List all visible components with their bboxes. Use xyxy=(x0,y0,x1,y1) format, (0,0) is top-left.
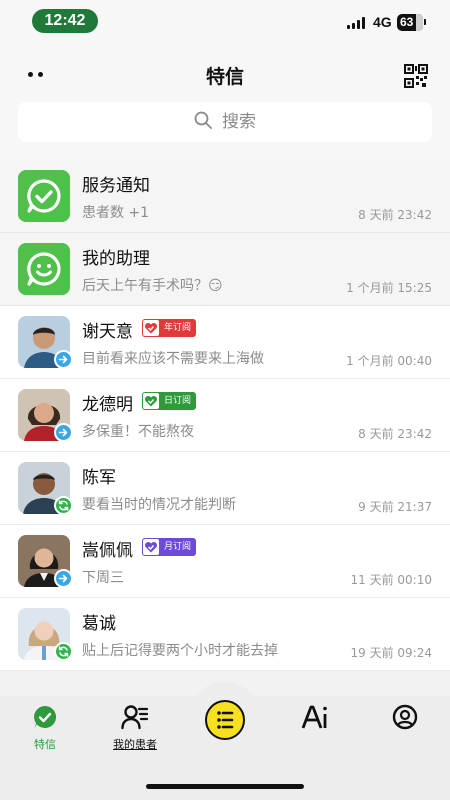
arrow-icon xyxy=(54,350,73,369)
signal-icon xyxy=(347,17,367,29)
chat-time: 8 天前 23:42 xyxy=(358,427,432,441)
chat-time: 19 天前 09:24 xyxy=(350,646,432,660)
chat-name: 葛诚 xyxy=(82,614,116,634)
nav-item-messages[interactable]: 特信 xyxy=(0,704,90,752)
patients-icon xyxy=(121,705,149,730)
search-input[interactable]: 搜索 xyxy=(18,102,432,142)
page-title: 特信 xyxy=(205,66,244,88)
chat-time: 1 个月前 15:25 xyxy=(346,281,432,295)
chat-name: 陈军 xyxy=(82,468,116,488)
nav-label: 特信 xyxy=(34,738,56,751)
search-icon xyxy=(194,111,212,129)
subscription-tag: 月订阅 xyxy=(142,538,197,556)
heart-check-icon xyxy=(143,539,159,555)
nav-item-profile[interactable] xyxy=(360,704,450,734)
ai-icon xyxy=(301,705,327,729)
chat-list: 服务通知 患者数 +1 8 天前 23:42 我的助理 后天上午有手术吗？😏 1… xyxy=(0,160,450,696)
chat-time: 8 天前 23:42 xyxy=(358,208,432,222)
arrow-icon xyxy=(54,423,73,442)
chat-preview: 后天上午有手术吗？😏 xyxy=(82,278,223,294)
home-indicator xyxy=(146,784,304,789)
search-placeholder: 搜索 xyxy=(222,112,256,132)
smile-icon xyxy=(18,243,70,295)
chat-item-service-notice[interactable]: 服务通知 患者数 +1 8 天前 23:42 xyxy=(0,160,450,233)
chat-time: 9 天前 21:37 xyxy=(358,500,432,514)
bottom-nav: 特信 我的患者 xyxy=(0,682,450,800)
chat-preview: 患者数 +1 xyxy=(82,205,150,221)
chat-time: 1 个月前 00:40 xyxy=(346,354,432,368)
status-time: 12:42 xyxy=(32,9,98,33)
menu-list-icon[interactable] xyxy=(205,700,245,740)
chat-name: 服务通知 xyxy=(82,176,150,196)
chat-name: 谢天意 xyxy=(82,322,133,342)
sync-icon xyxy=(54,642,73,661)
subscription-tag: 日订阅 xyxy=(142,392,197,410)
tag-label: 日订阅 xyxy=(164,396,192,406)
chat-item-patient[interactable]: 陈军 要看当时的情况才能判断 9 天前 21:37 xyxy=(0,452,450,525)
nav-item-patients[interactable]: 我的患者 xyxy=(90,704,180,752)
qr-code-icon[interactable] xyxy=(404,64,428,88)
battery-icon: 63 xyxy=(397,14,423,31)
chat-item-patient[interactable]: 嵩佩佩 月订阅 下周三 11 天前 00:10 xyxy=(0,525,450,598)
heart-check-icon xyxy=(143,393,159,409)
tag-label: 月订阅 xyxy=(164,542,192,552)
chat-item-patient[interactable]: 龙德明 日订阅 多保重！不能熬夜 8 天前 23:42 xyxy=(0,379,450,452)
battery-level: 63 xyxy=(400,15,414,29)
chat-name: 龙德明 xyxy=(82,395,133,415)
nav-item-ai[interactable] xyxy=(270,704,360,734)
status-bar: 12:42 4G 63 xyxy=(0,0,450,44)
chat-preview: 目前看来应该不需要来上海做 xyxy=(82,351,264,367)
arrow-icon xyxy=(54,569,73,588)
chat-preview: 下周三 xyxy=(82,570,124,586)
heart-check-icon xyxy=(143,320,159,336)
network-label: 4G xyxy=(373,14,392,30)
tag-label: 年订阅 xyxy=(164,323,192,333)
sync-icon xyxy=(54,496,73,515)
nav-label: 我的患者 xyxy=(113,738,157,751)
chat-time: 11 天前 00:10 xyxy=(350,573,432,587)
header: 特信 搜索 xyxy=(0,44,450,160)
check-icon xyxy=(18,170,70,222)
chat-preview: 多保重！不能熬夜 xyxy=(82,424,194,440)
chat-preview: 贴上后记得要两个小时才能去掉 xyxy=(82,643,278,659)
chat-name: 我的助理 xyxy=(82,249,150,269)
chat-item-patient[interactable]: 葛诚 贴上后记得要两个小时才能去掉 19 天前 09:24 xyxy=(0,598,450,671)
chat-check-icon xyxy=(34,706,57,728)
subscription-tag: 年订阅 xyxy=(142,319,197,337)
profile-icon xyxy=(392,704,418,730)
chat-preview: 要看当时的情况才能判断 xyxy=(82,497,236,513)
chat-item-patient[interactable]: 谢天意 年订阅 目前看来应该不需要来上海做 1 个月前 00:40 xyxy=(0,306,450,379)
chat-item-assistant[interactable]: 我的助理 后天上午有手术吗？😏 1 个月前 15:25 xyxy=(0,233,450,306)
chat-name: 嵩佩佩 xyxy=(82,541,133,561)
